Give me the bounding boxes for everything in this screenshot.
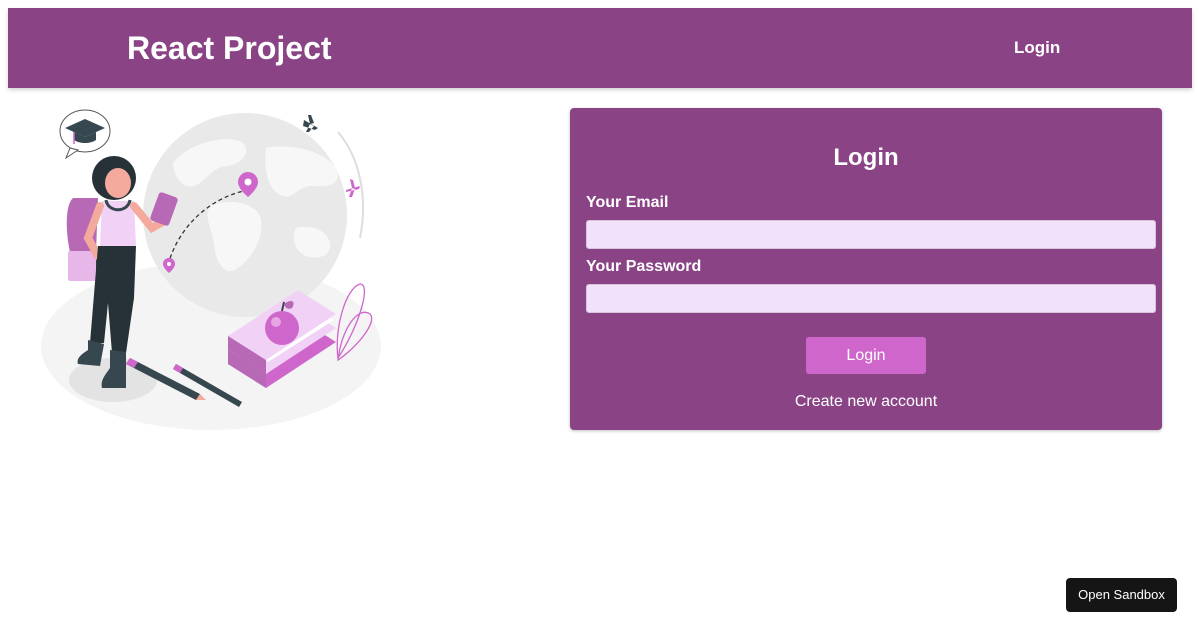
top-navbar: React Project Login [8,8,1192,88]
password-field[interactable] [586,284,1156,313]
create-account-link[interactable]: Create new account [570,392,1162,412]
open-sandbox-button[interactable]: Open Sandbox [1066,578,1177,612]
nav-login-link[interactable]: Login [1014,38,1060,58]
login-card: Login Your Email Your Password Login Cre… [570,108,1162,430]
login-submit-button[interactable]: Login [806,337,926,374]
email-field[interactable] [586,220,1156,249]
brand-title[interactable]: React Project [127,29,332,67]
student-globe-illustration [38,88,384,434]
password-label: Your Password [586,258,702,275]
email-label: Your Email [586,194,669,211]
login-card-title: Login [833,144,899,171]
